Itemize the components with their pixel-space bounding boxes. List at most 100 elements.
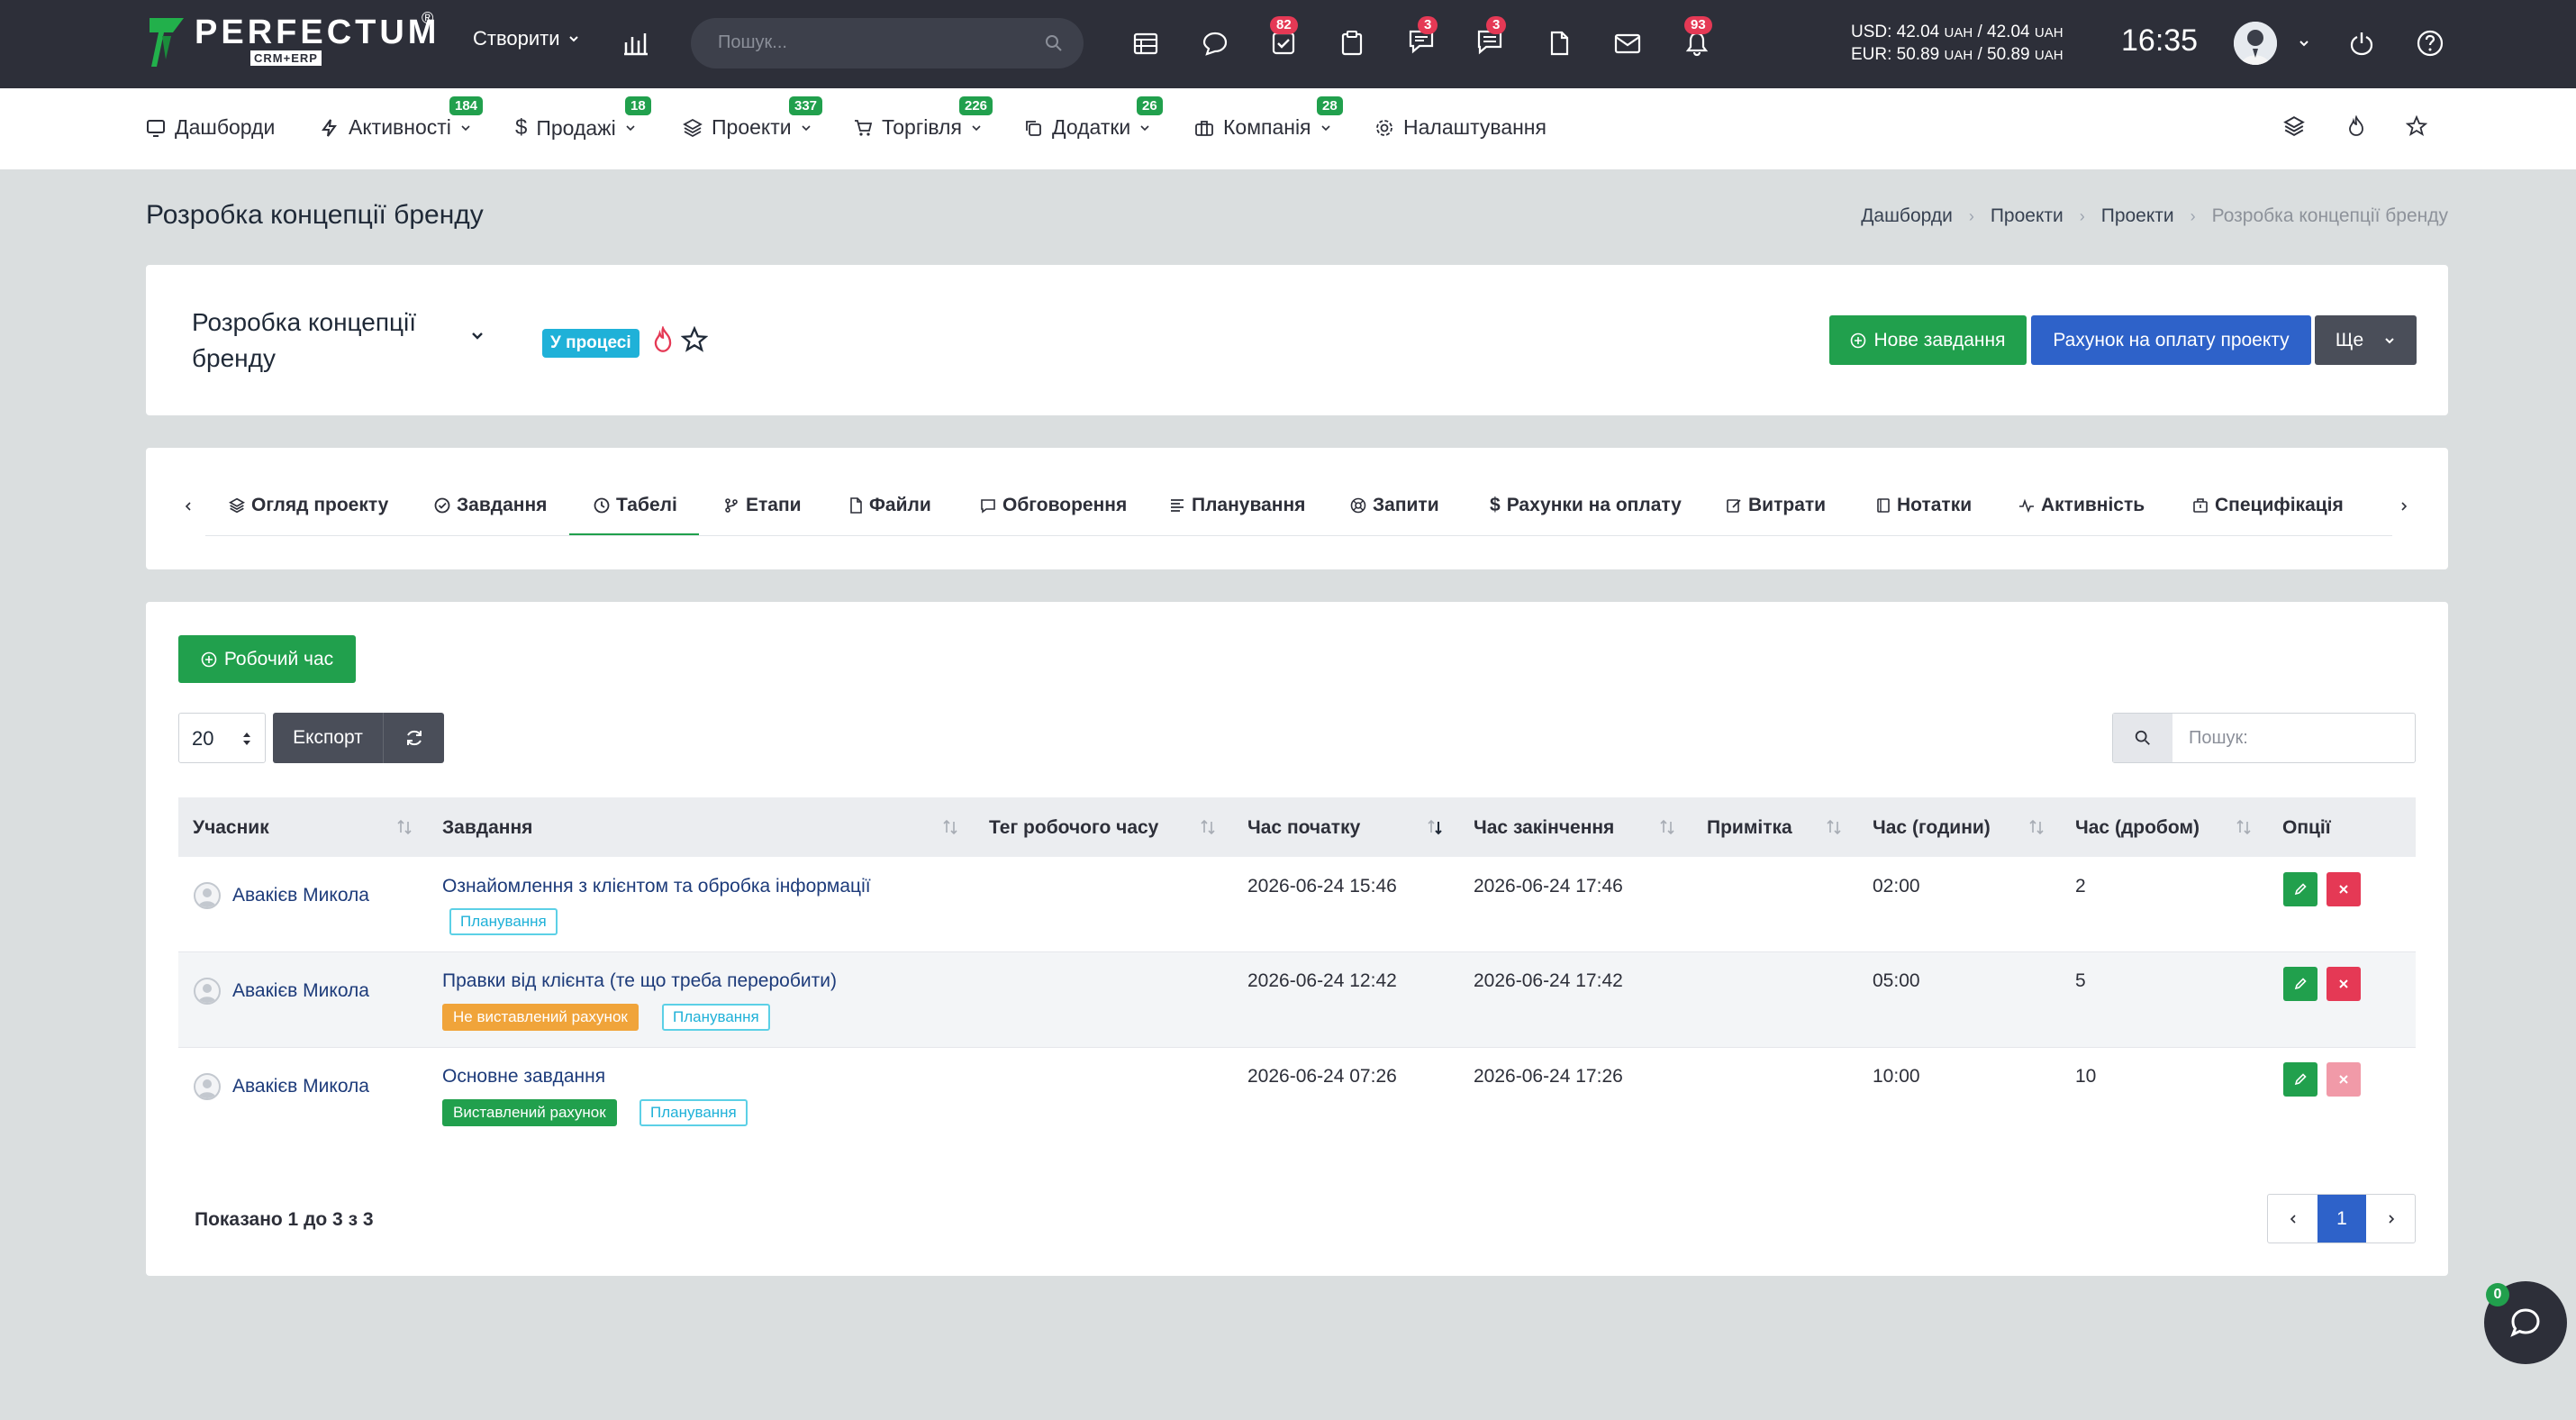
dollar-icon: $ (515, 115, 528, 140)
tabs-divider (205, 535, 2392, 536)
global-search[interactable]: Пошук... (691, 18, 1084, 68)
edit-button[interactable] (2283, 872, 2317, 906)
power-icon[interactable] (2344, 25, 2380, 61)
sort-icon[interactable] (940, 817, 960, 837)
fire-icon[interactable] (2345, 115, 2367, 137)
export-button[interactable]: Експорт (273, 713, 383, 763)
breadcrumb-projects[interactable]: Проекти (1991, 205, 2064, 227)
tab-activity[interactable]: Активність (2018, 495, 2145, 516)
sort-icon[interactable] (1657, 817, 1677, 837)
sort-desc-icon[interactable] (1425, 817, 1445, 837)
breadcrumb-dashboards[interactable]: Дашборди (1861, 205, 1953, 227)
tab-timesheets[interactable]: Табелі (594, 495, 677, 516)
menu-settings[interactable]: Налаштування (1374, 115, 1547, 140)
menu-activities-label: Активності (349, 115, 451, 139)
avatar[interactable] (2234, 22, 2277, 65)
new-task-button[interactable]: Нове завдання (1829, 315, 2027, 365)
menu-trade[interactable]: Торгівля 226 (853, 96, 993, 140)
tab-expenses[interactable]: Витрати (1726, 495, 1826, 516)
col-member[interactable]: Учасник (193, 817, 269, 839)
create-menu-button[interactable]: Створити (473, 27, 580, 50)
refresh-button[interactable] (383, 713, 444, 763)
tab-files[interactable]: Файли (848, 495, 931, 516)
sort-icon[interactable] (1198, 817, 1218, 837)
table-search[interactable]: Пошук: (2112, 713, 2416, 763)
file-icon (850, 497, 862, 514)
menu-dashboards-label: Дашборди (175, 115, 276, 139)
page-1-button[interactable]: 1 (2317, 1195, 2366, 1242)
menu-dashboards[interactable]: Дашборди (146, 115, 275, 140)
col-note[interactable]: Примітка (1707, 817, 1792, 839)
logo[interactable]: PERFECTUM CRM+ERP (146, 14, 440, 70)
clipboard-icon[interactable] (1334, 25, 1370, 61)
delete-button[interactable] (2327, 872, 2361, 906)
prev-page-icon[interactable] (2268, 1195, 2317, 1242)
favorite-star-icon[interactable] (681, 326, 708, 353)
tab-notes[interactable]: Нотатки (1876, 495, 1972, 516)
tab-tasks[interactable]: Завдання (434, 495, 547, 516)
sort-icon[interactable] (395, 817, 414, 837)
calendar-icon[interactable] (1128, 25, 1164, 61)
col-task[interactable]: Завдання (442, 817, 532, 839)
col-end-time[interactable]: Час закінчення (1474, 817, 1614, 839)
project-header-card: Розробка концепції бренду У процесі Нове… (146, 265, 2448, 415)
sort-icon[interactable] (2234, 817, 2254, 837)
delete-button[interactable] (2327, 967, 2361, 1001)
usd-rate-2: / 42.04 (1977, 23, 2030, 41)
tab-discussions[interactable]: Обговорення (980, 495, 1127, 516)
mail-icon[interactable] (1610, 25, 1646, 61)
stats-icon[interactable] (618, 25, 654, 61)
star-icon[interactable] (2406, 115, 2427, 137)
breadcrumb-projects-list[interactable]: Проекти (2101, 205, 2174, 227)
menu-projects[interactable]: Проекти 337 (683, 96, 823, 140)
next-page-icon[interactable] (2367, 1195, 2416, 1242)
chevron-down-icon (802, 124, 811, 131)
chevron-down-icon (2385, 337, 2394, 343)
project-dropdown-chevron-icon[interactable] (469, 328, 485, 344)
lightning-icon (322, 118, 337, 137)
tab-stages[interactable]: Етапи (723, 495, 802, 516)
edit-button[interactable] (2283, 1062, 2317, 1097)
more-button[interactable]: Ще (2315, 315, 2417, 365)
chat-bubble-icon[interactable] (1197, 25, 1233, 61)
row-member[interactable]: Авакієв Микола (232, 1076, 369, 1097)
document-icon[interactable] (1541, 25, 1577, 61)
tab-overview[interactable]: Огляд проекту (229, 495, 388, 516)
sort-icon[interactable] (1824, 817, 1844, 837)
row-task[interactable]: Основне завдання (442, 1066, 605, 1088)
tabs-scroll-left-icon[interactable] (182, 500, 195, 513)
menu-sales[interactable]: $ Продажі 18 (515, 96, 651, 141)
add-work-time-label: Робочий час (223, 648, 334, 669)
menu-addons[interactable]: Додатки 26 (1023, 96, 1163, 140)
edit-button[interactable] (2283, 967, 2317, 1001)
menu-company[interactable]: Компанія 28 (1194, 96, 1343, 140)
row-member[interactable]: Авакієв Микола (232, 980, 369, 1002)
clock-icon (594, 497, 610, 514)
row-task[interactable]: Ознайомлення з клієнтом та обробка інфор… (442, 876, 871, 897)
tab-requests[interactable]: Запити (1350, 495, 1439, 516)
tab-invoices[interactable]: $ Рахунки на оплату (1490, 495, 1682, 516)
col-time-tag[interactable]: Тег робочого часу (989, 817, 1158, 839)
tabs-scroll-right-icon[interactable] (2398, 500, 2410, 513)
layers-toggle-icon[interactable] (2283, 115, 2305, 137)
chevron-down-icon (972, 124, 981, 131)
menu-activities[interactable]: Активності 184 (320, 96, 484, 140)
project-invoice-button[interactable]: Рахунок на оплату проекту (2031, 315, 2311, 365)
page-size-value: 20 (192, 727, 214, 750)
clock: 16:35 (2121, 23, 2199, 58)
page-size-select[interactable]: 20 (178, 713, 266, 763)
row-task[interactable]: Правки від клієнта (те що треба перероби… (442, 970, 837, 992)
tab-planning[interactable]: Планування (1169, 495, 1305, 516)
col-hours[interactable]: Час (години) (1873, 817, 1991, 839)
help-icon[interactable] (2412, 25, 2448, 61)
chevron-down-icon[interactable] (2286, 25, 2322, 61)
col-start-time[interactable]: Час початку (1247, 817, 1360, 839)
dollar-icon: $ (1490, 495, 1501, 515)
tab-specification[interactable]: Специфікація (2192, 495, 2344, 516)
col-decimal[interactable]: Час (дробом) (2075, 817, 2200, 839)
row-member[interactable]: Авакієв Микола (232, 885, 369, 906)
sort-icon[interactable] (2027, 817, 2046, 837)
add-work-time-button[interactable]: Робочий час (178, 635, 356, 683)
create-label: Створити (473, 27, 560, 50)
fire-icon[interactable] (650, 326, 676, 353)
